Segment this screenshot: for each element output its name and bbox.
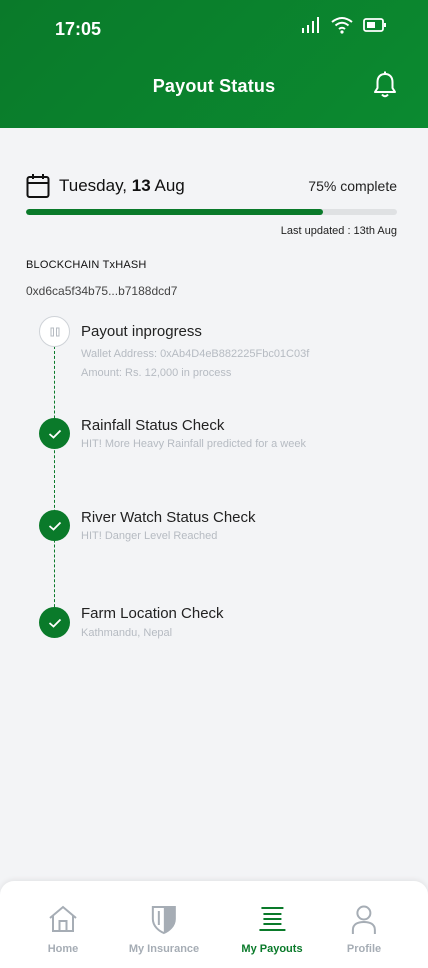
check-icon: [39, 607, 70, 638]
bottom-nav: Home My Insurance My Payouts Profile: [0, 881, 428, 968]
step-title: River Watch Status Check: [81, 509, 256, 526]
nav-my-insurance[interactable]: My Insurance: [129, 903, 199, 955]
home-icon: [49, 905, 77, 932]
status-time: 17:05: [55, 19, 102, 39]
app-header: 17:05 Payout Status: [0, 0, 428, 128]
step-title: Rainfall Status Check: [81, 417, 225, 434]
nav-my-payouts[interactable]: My Payouts: [241, 903, 303, 955]
payouts-icon: [258, 907, 285, 931]
date-weekday: Tuesday,: [59, 176, 128, 195]
nav-home[interactable]: Home: [47, 903, 79, 955]
status-icons: [301, 16, 387, 34]
nav-label: My Payouts: [241, 943, 303, 955]
nav-label: Home: [47, 943, 79, 955]
step-sub: Amount: Rs. 12,000 in process: [81, 367, 232, 379]
shield-icon: [152, 906, 176, 935]
progress-bar: [26, 209, 397, 215]
date-day: 13: [131, 176, 151, 195]
bell-icon[interactable]: [372, 71, 398, 99]
tx-hash-value[interactable]: 0xd6ca5f34b75...b7188dcd7: [26, 284, 177, 298]
step-title: Farm Location Check: [81, 605, 224, 622]
nav-label: My Insurance: [128, 943, 200, 955]
check-icon: [39, 418, 70, 449]
check-icon: [39, 510, 70, 541]
wifi-icon: [331, 17, 353, 34]
timeline-line: [54, 346, 55, 622]
progress-text: 75% complete: [308, 178, 397, 194]
tx-hash-label: BLOCKCHAIN TxHASH: [26, 259, 147, 271]
step-sub: Wallet Address: 0xAb4D4eB882225Fbc01C03f: [81, 348, 310, 360]
date-month: Aug: [154, 176, 185, 195]
battery-icon: [363, 18, 386, 32]
user-icon: [351, 905, 376, 934]
progress-fill: [26, 209, 323, 215]
pause-icon: [50, 327, 59, 336]
step-sub: HIT! More Heavy Rainfall predicted for a…: [81, 438, 306, 450]
calendar-icon: [26, 174, 50, 198]
nav-label: Profile: [346, 943, 382, 955]
signal-icon: [302, 17, 319, 33]
date-row: Tuesday, 13 Aug 75% complete: [26, 171, 397, 201]
step-title: Payout inprogress: [81, 323, 202, 340]
pending-step-icon: [39, 316, 70, 347]
page-title: Payout Status: [152, 76, 276, 96]
last-updated: Last updated : 13th Aug: [280, 225, 397, 237]
step-sub: Kathmandu, Nepal: [81, 627, 173, 639]
step-sub: HIT! Danger Level Reached: [81, 530, 218, 542]
date-label: Tuesday, 13 Aug: [59, 176, 185, 196]
nav-profile[interactable]: Profile: [347, 903, 381, 955]
